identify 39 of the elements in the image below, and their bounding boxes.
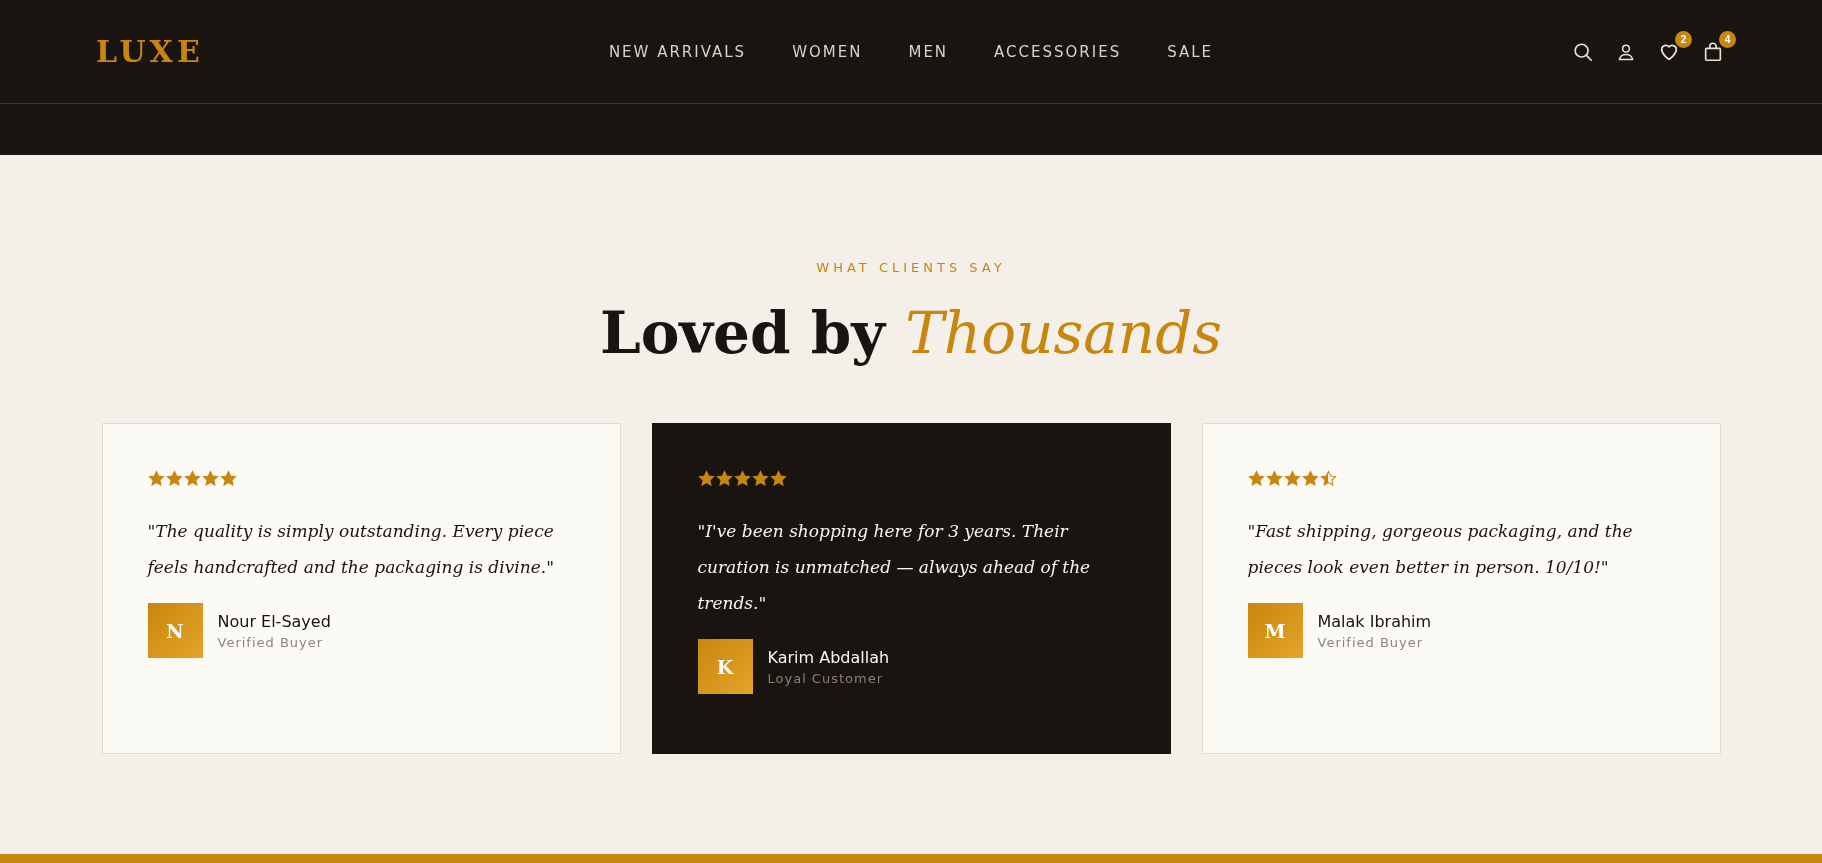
avatar: N bbox=[147, 603, 203, 658]
star-icon bbox=[1247, 470, 1265, 487]
nav-link[interactable]: ACCESSORIES bbox=[994, 42, 1122, 61]
customer-role: Verified Buyer bbox=[1317, 634, 1425, 650]
customer-name: Karim Abdallah bbox=[767, 647, 890, 667]
star-icon bbox=[219, 470, 237, 487]
star-icon bbox=[733, 470, 751, 487]
star-icon bbox=[165, 470, 183, 487]
star-icon bbox=[1319, 470, 1337, 487]
customer-role: Loyal Customer bbox=[767, 670, 885, 686]
section-eyebrow: WHAT CLIENTS SAY bbox=[816, 260, 1006, 275]
nav-link[interactable]: MEN bbox=[908, 42, 949, 61]
star-icon bbox=[1265, 470, 1283, 487]
avatar: M bbox=[1247, 603, 1303, 658]
star-icon bbox=[1283, 470, 1301, 487]
customer-role: Verified Buyer bbox=[217, 634, 325, 650]
star-icon bbox=[751, 470, 769, 487]
testimonial-quote: "I've been shopping here for 3 years. Their curation is unmatched — always ahead of the trends." bbox=[697, 520, 1092, 615]
shopping-bag-icon bbox=[1702, 40, 1724, 63]
count-badge: 4 bbox=[1719, 30, 1736, 48]
star-icon bbox=[715, 470, 733, 487]
testimonial-quote: "The quality is simply outstanding. Every piece feels handcrafted and the packaging is divine." bbox=[147, 520, 555, 579]
star-icon bbox=[147, 470, 165, 487]
star-icon bbox=[1301, 470, 1319, 487]
customer-name: Nour El-Sayed bbox=[217, 611, 331, 631]
search-icon bbox=[1572, 40, 1594, 63]
count-badge: 2 bbox=[1675, 30, 1692, 48]
star-icon bbox=[201, 470, 219, 487]
avatar: K bbox=[697, 639, 753, 694]
star-icon bbox=[183, 470, 201, 487]
nav-link[interactable]: WOMEN bbox=[792, 42, 863, 61]
star-icon bbox=[769, 470, 787, 487]
nav-link[interactable]: SALE bbox=[1167, 42, 1214, 61]
star-icon bbox=[697, 470, 715, 487]
testimonial-quote: "Fast shipping, gorgeous packaging, and the pieces look even better in person. 10/10!" bbox=[1247, 520, 1634, 579]
nav-link[interactable]: NEW ARRIVALS bbox=[608, 42, 747, 61]
customer-name: Malak Ibrahim bbox=[1317, 611, 1432, 631]
logo[interactable]: LUXE bbox=[96, 34, 204, 69]
section-title: Loved by Thousands bbox=[599, 299, 1223, 367]
